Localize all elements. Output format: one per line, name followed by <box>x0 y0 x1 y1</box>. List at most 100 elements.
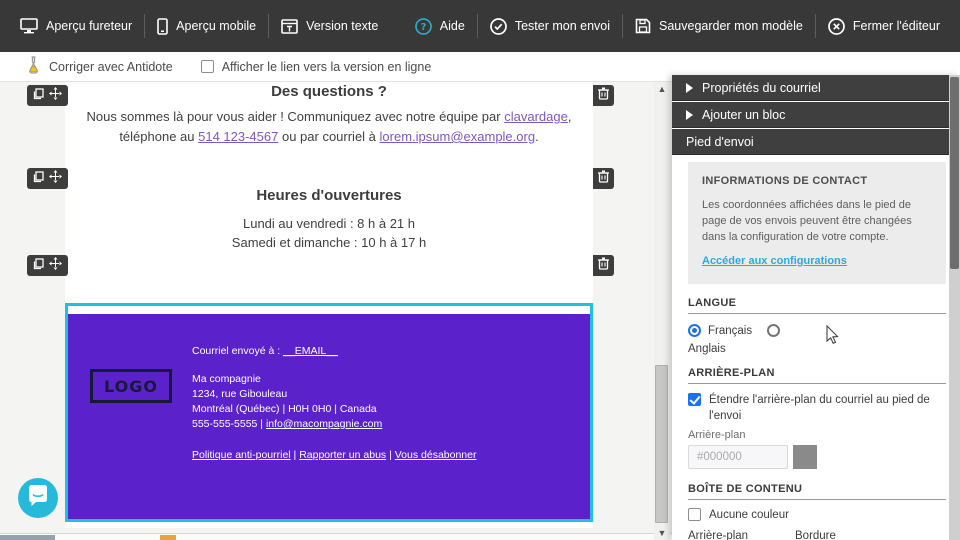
preview-mobile-label: Aperçu mobile <box>176 19 256 33</box>
online-version-checkbox-row[interactable]: Afficher le lien vers la version en lign… <box>201 60 432 74</box>
save-template-button[interactable]: Sauvegarder mon modèle <box>623 0 815 52</box>
chat-widget-button[interactable] <box>18 478 58 518</box>
block1-handle[interactable] <box>27 85 68 106</box>
accordion-label: Pied d'envoi <box>686 135 754 149</box>
footer-logo[interactable]: LOGO <box>90 369 172 403</box>
extend-background-row[interactable]: Étendre l'arrière-plan du courriel au pi… <box>688 392 950 424</box>
accordion-label: Ajouter un bloc <box>702 108 785 122</box>
canvas-scrollbar[interactable]: ▲ ▼ <box>654 82 670 540</box>
anti-spam-policy-link[interactable]: Politique anti-pourriel <box>192 449 291 461</box>
trash-icon <box>598 170 609 188</box>
duplicate-icon[interactable] <box>33 170 44 188</box>
link-separator: | <box>386 449 395 461</box>
email-footer-block-selected[interactable]: Courriel envoyé à : __EMAIL__ LOGO Ma co… <box>65 303 593 522</box>
phone-link[interactable]: 514 123-4567 <box>198 129 278 144</box>
content-bg-label: Arrière-plan <box>688 530 748 540</box>
block3-handle[interactable] <box>27 255 68 276</box>
language-radio-row: Français <box>688 324 780 337</box>
move-icon[interactable] <box>49 87 62 105</box>
test-send-button[interactable]: Tester mon envoi <box>478 0 622 52</box>
section-divider <box>688 313 946 314</box>
chat-link[interactable]: clavardage <box>504 109 568 124</box>
close-editor-button[interactable]: Fermer l'éditeur <box>816 0 952 52</box>
preview-browser-label: Aperçu fureteur <box>46 19 132 33</box>
no-color-row[interactable]: Aucune couleur <box>688 508 789 521</box>
accordion-add-block[interactable]: Ajouter un bloc <box>672 102 960 128</box>
footer-legal-links: Politique anti-pourriel | Rapporter un a… <box>192 448 476 463</box>
preview-mobile-button[interactable]: Aperçu mobile <box>145 0 268 52</box>
company-line-4: 555-555-5555 | info@macompagnie.com <box>192 417 382 432</box>
company-email-link[interactable]: info@macompagnie.com <box>266 418 382 430</box>
radio-francais-selected[interactable] <box>688 324 701 337</box>
email-address-link[interactable]: lorem.ipsum@example.org <box>380 129 536 144</box>
sidebar-scrollbar[interactable] <box>949 75 960 540</box>
hours-line-2[interactable]: Samedi et dimanche : 10 h à 17 h <box>65 235 593 250</box>
text-version-label: Version texte <box>306 19 378 33</box>
block3-delete-button[interactable] <box>593 255 614 276</box>
background-section-label: ARRIÈRE-PLAN <box>688 367 775 379</box>
content-border-label: Bordure <box>795 530 836 540</box>
block2-delete-button[interactable] <box>593 168 614 189</box>
accordion-email-properties[interactable]: Propriétés du courriel <box>672 75 960 101</box>
no-color-label: Aucune couleur <box>709 509 789 521</box>
no-color-checkbox[interactable] <box>688 508 701 521</box>
monitor-icon <box>20 18 38 34</box>
accordion-footer-active[interactable]: Pied d'envoi <box>672 129 960 155</box>
chevron-right-icon <box>686 83 693 93</box>
sent-to-line: Courriel envoyé à : __EMAIL__ <box>192 344 338 359</box>
duplicate-icon[interactable] <box>33 257 44 275</box>
preview-browser-button[interactable]: Aperçu fureteur <box>8 0 144 52</box>
text-window-icon <box>281 19 298 34</box>
unsubscribe-link[interactable]: Vous désabonner <box>395 449 477 461</box>
background-window-strip <box>0 533 672 540</box>
settings-sidebar: Propriétés du courriel Ajouter un bloc P… <box>672 75 960 540</box>
email-contact-paragraph[interactable]: Nous sommes là pour vous aider ! Communi… <box>79 107 579 147</box>
link-separator: | <box>291 449 300 461</box>
trash-icon <box>598 87 609 105</box>
contact-info-title: INFORMATIONS DE CONTACT <box>702 175 932 187</box>
duplicate-icon[interactable] <box>33 87 44 105</box>
save-template-label: Sauvegarder mon modèle <box>659 19 803 33</box>
report-abuse-link[interactable]: Rapporter un abus <box>299 449 386 461</box>
save-icon <box>635 18 651 34</box>
background-hex-input[interactable] <box>688 445 788 469</box>
canvas-scrollbar-thumb[interactable] <box>655 365 668 523</box>
antidote-button[interactable]: Corriger avec Antidote <box>26 56 173 77</box>
extend-background-label: Étendre l'arrière-plan du courriel au pi… <box>709 392 950 424</box>
radio-anglais-label[interactable]: Anglais <box>688 343 726 355</box>
radio-francais-label[interactable]: Français <box>708 325 752 337</box>
access-configurations-link[interactable]: Accéder aux configurations <box>702 255 847 267</box>
contact-info-body: Les coordonnées affichées dans le pied d… <box>702 197 932 245</box>
paragraph-text: . <box>535 129 539 144</box>
toolbar-right-group: ? Aide Tester mon envoi Sauvegarder mon … <box>403 0 952 52</box>
sent-to-label: Courriel envoyé à : <box>192 345 283 357</box>
section-divider <box>688 383 946 384</box>
radio-anglais[interactable] <box>767 324 780 337</box>
phone-icon <box>157 18 168 35</box>
online-version-checkbox[interactable] <box>201 60 214 73</box>
help-button[interactable]: ? Aide <box>403 0 477 52</box>
text-version-button[interactable]: Version texte <box>269 0 390 52</box>
hours-line-1[interactable]: Lundi au vendredi : 8 h à 21 h <box>65 216 593 231</box>
company-line-2: 1234, rue Gibouleau <box>192 387 287 402</box>
email-questions-heading[interactable]: Des questions ? <box>65 83 593 100</box>
background-color-swatch[interactable] <box>793 445 817 469</box>
check-circle-icon <box>490 18 507 35</box>
extend-background-checkbox-checked[interactable] <box>688 393 701 406</box>
move-icon[interactable] <box>49 257 62 275</box>
move-icon[interactable] <box>49 170 62 188</box>
paragraph-text: ou par courriel à <box>278 129 379 144</box>
company-line-1: Ma compagnie <box>192 372 261 387</box>
antidote-label: Corriger avec Antidote <box>49 60 173 74</box>
email-hours-heading[interactable]: Heures d'ouvertures <box>65 187 593 204</box>
block2-handle[interactable] <box>27 168 68 189</box>
trash-icon <box>598 257 609 275</box>
close-circle-icon <box>828 18 845 35</box>
scroll-up-arrow[interactable]: ▲ <box>654 82 670 96</box>
email-merge-tag[interactable]: __EMAIL__ <box>283 345 338 357</box>
sidebar-scrollbar-thumb[interactable] <box>950 77 959 269</box>
block1-delete-button[interactable] <box>593 85 614 106</box>
content-box-section-label: BOÎTE DE CONTENU <box>688 483 802 495</box>
online-version-label: Afficher le lien vers la version en lign… <box>222 60 432 74</box>
scroll-down-arrow[interactable]: ▼ <box>654 526 670 540</box>
